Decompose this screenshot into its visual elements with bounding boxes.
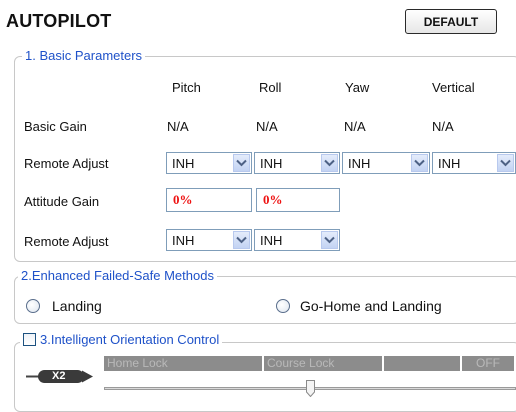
chevron-down-icon bbox=[233, 231, 250, 249]
ioc-legend-wrap: 3.Intelligent Orientation Control bbox=[20, 332, 223, 347]
page-title: AUTOPILOT bbox=[6, 11, 112, 31]
attitude-gain-label: Attitude Gain bbox=[24, 194, 100, 209]
roll-remote-adjust-select[interactable]: INH bbox=[254, 152, 340, 174]
course-lock-segment[interactable]: Course Lock bbox=[264, 356, 384, 371]
ioc-legend: 3.Intelligent Orientation Control bbox=[40, 332, 220, 347]
basic-gain-label: Basic Gain bbox=[24, 119, 87, 134]
blank-segment bbox=[384, 356, 462, 371]
column-header-yaw: Yaw bbox=[345, 80, 370, 95]
vertical-remote-adjust-select[interactable]: INH bbox=[432, 152, 516, 174]
ioc-checkbox[interactable] bbox=[23, 333, 36, 346]
select-value: INH bbox=[260, 232, 283, 248]
select-value: INH bbox=[172, 232, 195, 248]
yaw-remote-adjust-select[interactable]: INH bbox=[342, 152, 430, 174]
column-header-pitch: Pitch bbox=[172, 80, 201, 95]
landing-radio-label: Landing bbox=[52, 298, 102, 314]
remote-adjust-label: Remote Adjust bbox=[24, 156, 109, 171]
basic-gain-roll-value: N/A bbox=[256, 119, 278, 134]
roll-attitude-gain-field[interactable]: 0% bbox=[256, 188, 340, 212]
select-value: INH bbox=[348, 155, 371, 171]
chevron-down-icon bbox=[497, 154, 514, 172]
column-header-vertical: Vertical bbox=[432, 80, 475, 95]
basic-parameters-legend: 1. Basic Parameters bbox=[22, 48, 146, 63]
pitch-attitude-remote-adjust-select[interactable]: INH bbox=[166, 229, 252, 251]
x2-switch-label: X2 bbox=[52, 370, 66, 382]
chevron-down-icon bbox=[233, 154, 250, 172]
basic-gain-vertical-value: N/A bbox=[432, 119, 454, 134]
go-home-landing-radio-label: Go-Home and Landing bbox=[300, 298, 442, 314]
off-segment[interactable]: OFF bbox=[462, 356, 516, 371]
select-value: INH bbox=[172, 155, 195, 171]
landing-radio[interactable] bbox=[26, 299, 40, 313]
chevron-down-icon bbox=[321, 231, 338, 249]
pitch-attitude-gain-field[interactable]: 0% bbox=[166, 188, 252, 212]
slider-thumb-shape bbox=[306, 380, 315, 398]
home-lock-segment[interactable]: Home Lock bbox=[104, 356, 264, 371]
x2-switch[interactable]: X2 bbox=[26, 369, 94, 384]
select-value: INH bbox=[260, 155, 283, 171]
default-button[interactable]: DEFAULT bbox=[405, 9, 497, 34]
remote-adjust-label: Remote Adjust bbox=[24, 234, 109, 249]
roll-attitude-remote-adjust-select[interactable]: INH bbox=[254, 229, 340, 251]
failsafe-legend: 2.Enhanced Failed-Safe Methods bbox=[18, 268, 217, 283]
basic-gain-pitch-value: N/A bbox=[167, 119, 189, 134]
chevron-down-icon bbox=[411, 154, 428, 172]
orientation-slider-thumb[interactable] bbox=[306, 380, 315, 398]
basic-gain-yaw-value: N/A bbox=[344, 119, 366, 134]
go-home-landing-radio[interactable] bbox=[276, 299, 290, 313]
column-header-roll: Roll bbox=[259, 80, 282, 95]
pitch-remote-adjust-select[interactable]: INH bbox=[166, 152, 252, 174]
select-value: INH bbox=[438, 155, 461, 171]
chevron-down-icon bbox=[321, 154, 338, 172]
